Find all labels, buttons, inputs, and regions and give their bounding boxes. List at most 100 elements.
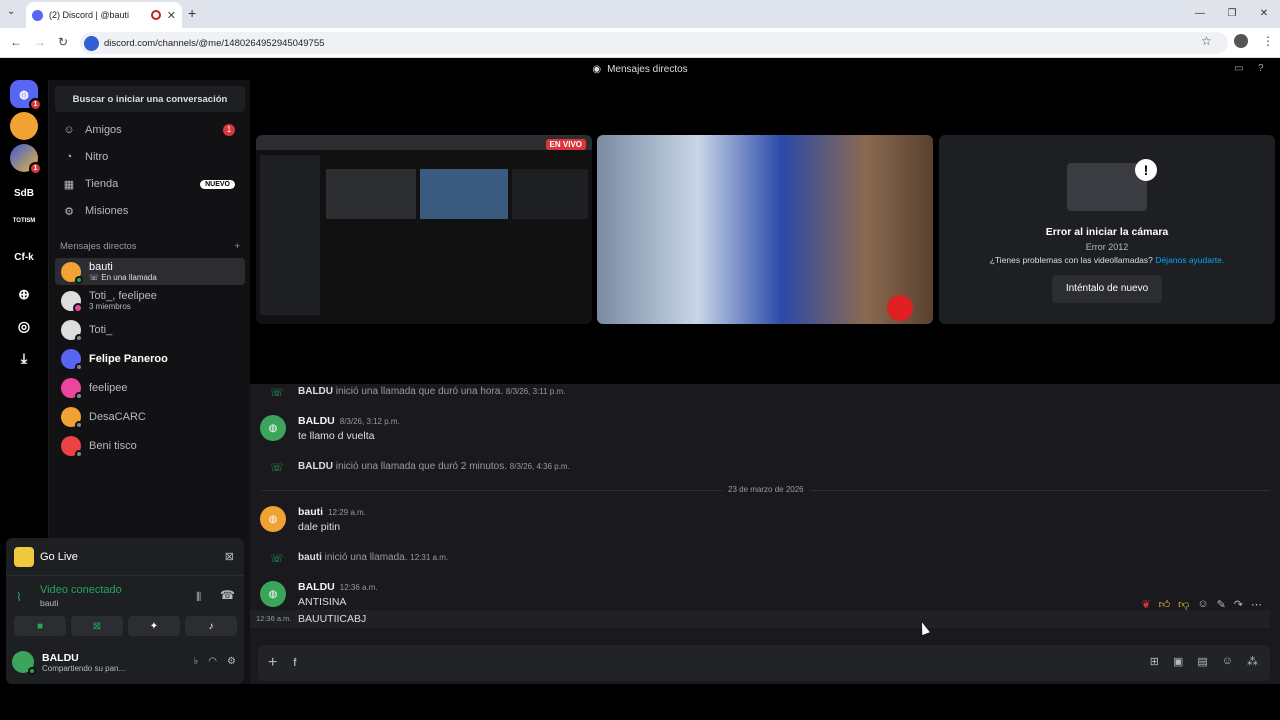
soundboard-button[interactable]: ♪ [185,616,237,636]
warning-icon: ! [1135,159,1157,181]
avatar [61,261,83,284]
thumbs-up-icon[interactable]: 👍︎ [1159,598,1171,611]
close-tab-icon[interactable]: ✕ [167,9,176,22]
nav-friends[interactable]: ☺ Amigos 1 [55,117,245,143]
more-icon[interactable]: ⋯ [1251,598,1262,611]
mic-icon[interactable]: ♭ [194,656,199,667]
upload-icon[interactable]: + [268,654,277,672]
profile-avatar[interactable] [1234,34,1248,48]
sticker-icon[interactable]: ▤ [1197,655,1207,668]
dm-name: Felipe Paneroo [89,352,168,365]
create-dm-icon[interactable]: + [234,241,240,252]
camera-button[interactable]: ■ [14,616,66,636]
forward-icon[interactable]: → [34,35,46,49]
message-author[interactable]: bauti 12:29 a.m. [298,506,366,518]
nav-nitro[interactable]: ◔ Nitro [55,144,245,170]
discord-app: ◉ Mensajes directos ▭ ? ◍ 1 1 SdB TOTISM … [0,58,1280,720]
back-icon[interactable]: ← [10,35,22,49]
guild-avatar-1[interactable] [10,112,38,140]
dm-item-desacarc[interactable]: DesaCARC [55,403,245,430]
noise-icon[interactable]: ⦀ [196,590,201,605]
search-button[interactable]: Buscar o iniciar una conversación [55,86,245,112]
gift-icon[interactable]: ⊞ [1150,655,1159,668]
apps-icon[interactable]: ⁂ [1247,655,1258,668]
add-reaction-icon[interactable]: ☺ [1197,598,1208,611]
tab-title: (2) Discord | @bauti [49,10,129,20]
browser-menu-icon[interactable]: ⋮ [1262,34,1274,48]
app-titlebar: ◉ Mensajes directos ▭ ? [0,58,1280,80]
nav-label: Tienda [85,178,119,190]
download-icon[interactable]: ⤓ [10,344,38,372]
browser-tab[interactable]: (2) Discord | @bauti ✕ [26,2,182,28]
forward-icon[interactable]: ↷ [1234,598,1243,611]
inbox-icon[interactable]: ▭ [1234,63,1243,74]
camera-error-code: Error 2012 [1085,242,1129,252]
tab-search-icon[interactable]: ⌄ [7,6,15,17]
headphones-icon[interactable]: ◠ [208,656,217,667]
restore-button[interactable]: ❐ [1216,0,1248,28]
close-window-button[interactable]: ✕ [1248,0,1280,28]
signal-icon: ⌇ [16,590,22,604]
disconnect-icon[interactable]: ☎ [220,588,235,602]
retry-button[interactable]: Inténtalo de nuevo [1052,275,1162,303]
message-author[interactable]: BALDU 12:36 a.m. [298,581,378,593]
home-button[interactable]: ◍ 1 [10,80,42,111]
call-event: bauti inició una llamada. 12:31 a.m. [298,552,449,563]
guild-sdb[interactable]: SdB [4,188,44,199]
nav-shop[interactable]: ▦ Tienda NUEVO [55,171,245,197]
message-timestamp: 12:36 a.m. [256,614,292,623]
guild-avatar-2[interactable]: 1 [10,144,42,175]
dm-item-beni[interactable]: Beni tisco [55,432,245,459]
message-text: ANTISINA [298,596,347,608]
user-avatar[interactable] [12,651,36,675]
add-server-icon[interactable]: ⊕ [10,280,38,308]
dm-item-bauti[interactable]: bauti ☏ En una llamada [55,258,245,285]
quests-icon: ⚙ [64,205,74,218]
message-avatar[interactable]: ◍ [260,581,286,607]
discover-icon[interactable]: ◎ [10,312,38,340]
thumbs-down-icon[interactable]: 👎︎ [1178,598,1189,611]
dm-status: ☏ En una llamada [89,273,157,282]
guild-totism[interactable]: TOTISM [4,218,44,224]
dm-item-toti[interactable]: Toti_ [55,316,245,343]
settings-icon[interactable]: ⚙ [227,656,236,667]
message-input[interactable]: f [293,657,296,669]
guild-cfk[interactable]: Cf-k [4,252,44,263]
activity-button[interactable]: ✦ [128,616,180,636]
camera-tile[interactable] [597,135,933,324]
message-avatar[interactable]: ◍ [260,506,286,532]
super-react-icon[interactable]: ❦ [1141,598,1150,611]
shared-preview-2 [420,169,508,219]
gif-icon[interactable]: ▣ [1173,655,1183,668]
chat-area: ☏ BALDU inició una llamada que duró una … [250,384,1280,684]
message-author[interactable]: BALDU 8/3/26, 3:12 p.m. [298,415,400,427]
go-live-bar[interactable]: Go Live ⊠ [6,538,244,576]
message-composer[interactable]: + f ⊞ ▣ ▤ ☺ ⁂ [258,645,1270,681]
user-status: Compartiendo su pan... [42,663,126,673]
voice-status[interactable]: Video conectado [40,584,122,596]
camera-error-tile: ! Error al iniciar la cámara Error 2012 … [939,135,1275,324]
dm-item-feelipee[interactable]: feelipee [55,374,245,401]
nav-label: Amigos [85,124,122,136]
emoji-icon[interactable]: ☺ [1222,655,1233,668]
help-link[interactable]: Déjanos ayudarte. [1155,255,1224,265]
call-icon: ☏ [270,462,284,474]
reload-icon[interactable]: ↻ [58,35,68,49]
bookmark-star-icon[interactable]: ☆ [1201,34,1212,48]
dm-item-group[interactable]: Toti_, feelipee 3 miembros [55,287,245,314]
site-info-icon[interactable] [84,36,99,51]
minimize-button[interactable]: — [1184,0,1216,28]
stop-stream-icon[interactable]: ⊠ [225,550,234,563]
screen-share-button[interactable]: ⊠ [71,616,123,636]
nav-quests[interactable]: ⚙ Misiones [55,198,245,224]
screen-share-tile[interactable]: EN VIVO [256,135,592,324]
edit-icon[interactable]: ✎ [1217,598,1226,611]
message-text: te llamo d vuelta [298,430,375,442]
new-tab-button[interactable]: + [188,5,196,21]
dm-item-felipe[interactable]: Felipe Paneroo [55,345,245,372]
address-bar[interactable]: discord.com/channels/@me/148026495294504… [80,32,1228,54]
voice-channel: bauti [40,598,59,608]
message-avatar[interactable]: ◍ [260,415,286,441]
help-icon[interactable]: ? [1258,63,1264,74]
dm-name: feelipee [89,381,128,394]
